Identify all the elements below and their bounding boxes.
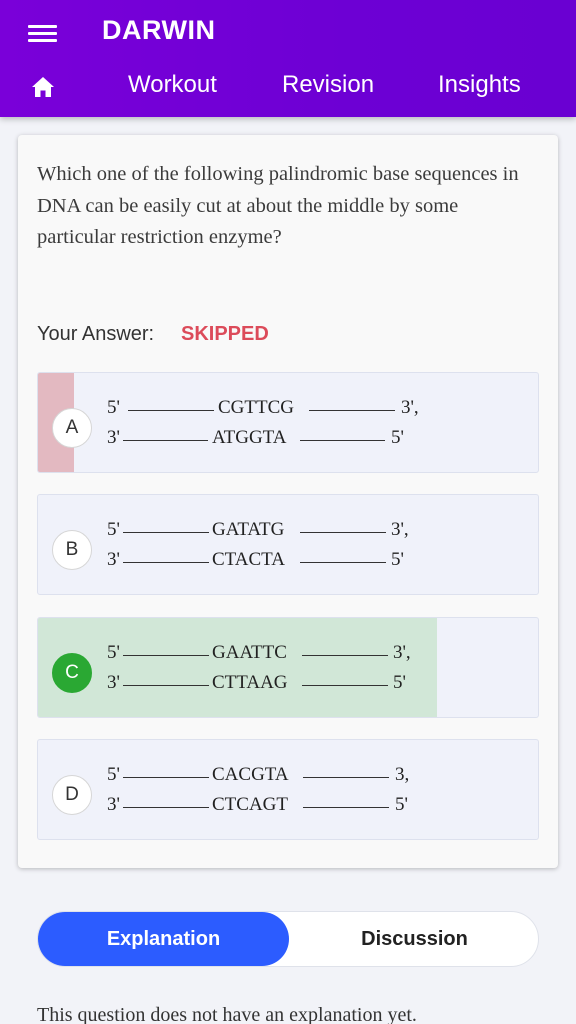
sequence-bottom-strand: 3' CTACTA 5': [107, 547, 437, 575]
home-icon[interactable]: [31, 76, 55, 98]
strand-end: 5': [107, 397, 120, 418]
hamburger-menu-icon[interactable]: [28, 22, 58, 44]
strand-end: 5': [395, 794, 408, 815]
option-letter: C: [52, 653, 92, 693]
strand-end: 5': [107, 519, 120, 540]
strand-end: 3': [107, 672, 120, 693]
sequence-bottom-strand: 3' ATGGTA 5': [107, 425, 437, 453]
strand-end: 5': [107, 642, 120, 663]
app-title: DARWIN: [102, 15, 216, 45]
option-letter: D: [52, 775, 92, 815]
your-answer-label: Your Answer:: [37, 323, 155, 345]
explanation-discussion-tabs: Explanation Discussion: [37, 911, 539, 967]
strand-end: 3,: [395, 764, 410, 785]
sequence-top-strand: 5' GATATG 3',: [107, 517, 437, 545]
option-c[interactable]: C 5' GAATTC 3', 3' CTTAAG 5': [37, 617, 539, 718]
option-letter: B: [52, 530, 92, 570]
strand-bases: ATGGTA: [212, 427, 287, 448]
strand-bases: CTACTA: [212, 549, 285, 570]
strand-end: 5': [391, 549, 404, 570]
strand-bases: CTCAGT: [212, 794, 288, 815]
top-app-bar: DARWIN Workout Revision Insights: [0, 0, 576, 117]
strand-bases: GATATG: [212, 519, 285, 540]
strand-end: 5': [107, 764, 120, 785]
question-card: Which one of the following palindromic b…: [18, 135, 558, 868]
tab-explanation[interactable]: Explanation: [38, 912, 289, 966]
strand-end: 3': [107, 549, 120, 570]
option-d[interactable]: D 5' CACGTA 3, 3' CTCAGT 5': [37, 739, 539, 840]
option-b[interactable]: B 5' GATATG 3', 3' CTACTA 5': [37, 494, 539, 595]
nav-workout[interactable]: Workout: [128, 71, 217, 99]
question-text: Which one of the following palindromic b…: [37, 163, 519, 248]
strand-bases: CACGTA: [212, 764, 289, 785]
nav-revision[interactable]: Revision: [282, 71, 374, 99]
explanation-text: This question does not have an explanati…: [37, 1004, 417, 1024]
strand-end: 3': [107, 794, 120, 815]
sequence-bottom-strand: 3' CTCAGT 5': [107, 792, 437, 820]
sequence-top-strand: 5' GAATTC 3',: [107, 640, 437, 668]
your-answer-status: SKIPPED: [181, 323, 269, 345]
tab-discussion[interactable]: Discussion: [289, 912, 540, 966]
nav-insights[interactable]: Insights: [438, 71, 521, 99]
strand-end: 3',: [393, 642, 411, 663]
option-letter: A: [52, 408, 92, 448]
sequence-bottom-strand: 3' CTTAAG 5': [107, 670, 437, 698]
strand-end: 3',: [401, 397, 419, 418]
option-a[interactable]: A 5' CGTTCG 3', 3' ATGGTA 5': [37, 372, 539, 473]
sequence-top-strand: 5' CGTTCG 3',: [107, 395, 437, 423]
sequence-top-strand: 5' CACGTA 3,: [107, 762, 437, 790]
strand-bases: CTTAAG: [212, 672, 288, 693]
strand-end: 5': [391, 427, 404, 448]
strand-end: 3',: [391, 519, 409, 540]
strand-bases: GAATTC: [212, 642, 287, 663]
strand-end: 5': [393, 672, 406, 693]
strand-end: 3': [107, 427, 120, 448]
strand-bases: CGTTCG: [218, 397, 294, 418]
